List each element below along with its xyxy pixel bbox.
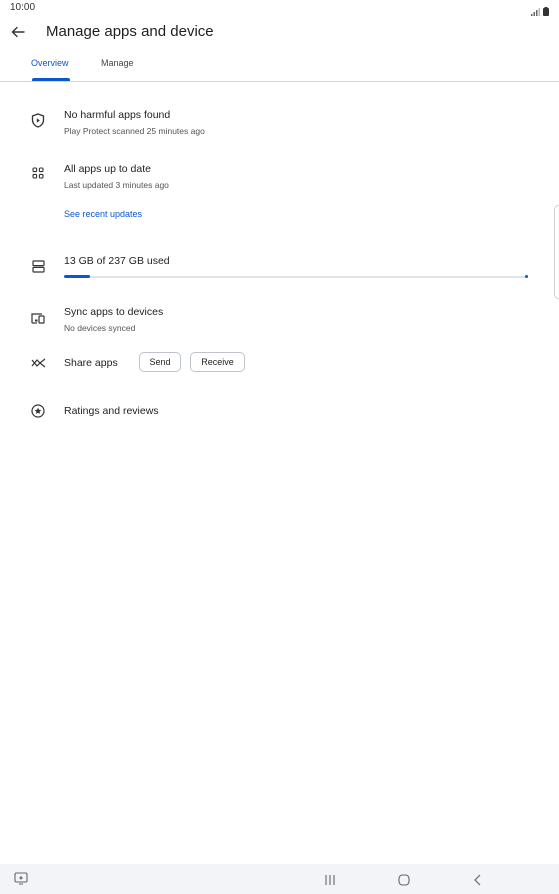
share-title: Share apps	[64, 357, 118, 369]
status-time: 10:00	[10, 2, 36, 13]
sync-title[interactable]: Sync apps to devices	[64, 306, 163, 318]
storage-bar-fill	[64, 275, 90, 278]
receive-button[interactable]: Receive	[190, 352, 245, 372]
tab-overview[interactable]: Overview	[31, 58, 69, 68]
tabs-divider	[0, 81, 559, 82]
see-recent-updates-link[interactable]: See recent updates	[64, 209, 142, 219]
updates-subtitle: Last updated 3 minutes ago	[64, 180, 169, 190]
ratings-title[interactable]: Ratings and reviews	[64, 405, 159, 417]
recents-icon[interactable]	[324, 873, 336, 891]
status-bar: 10:00	[0, 0, 559, 18]
battery-icon	[543, 3, 549, 21]
share-arrows-icon	[28, 353, 48, 373]
tab-manage[interactable]: Manage	[101, 58, 134, 68]
star-circle-icon	[28, 401, 48, 421]
arrow-left-icon	[10, 26, 26, 44]
send-button[interactable]: Send	[139, 352, 181, 372]
back-button[interactable]	[10, 24, 30, 44]
screen-assistant-icon[interactable]	[14, 872, 28, 890]
protect-subtitle: Play Protect scanned 25 minutes ago	[64, 126, 205, 136]
edge-panel-handle[interactable]	[554, 205, 559, 299]
navigation-bar	[0, 864, 559, 894]
updates-title[interactable]: All apps up to date	[64, 163, 151, 175]
storage-title[interactable]: 13 GB of 237 GB used	[64, 255, 170, 267]
apps-grid-icon	[28, 163, 48, 183]
signal-icon	[531, 3, 540, 21]
home-icon[interactable]	[398, 873, 410, 891]
protect-title[interactable]: No harmful apps found	[64, 109, 170, 121]
sync-subtitle: No devices synced	[64, 323, 136, 333]
shield-play-icon	[28, 110, 48, 130]
storage-bar-end	[525, 275, 528, 278]
system-icons	[531, 3, 549, 21]
storage-bar-track	[64, 276, 528, 278]
page-title: Manage apps and device	[46, 23, 214, 40]
storage-icon	[28, 256, 48, 276]
devices-icon	[28, 308, 48, 328]
back-icon[interactable]	[473, 873, 483, 891]
